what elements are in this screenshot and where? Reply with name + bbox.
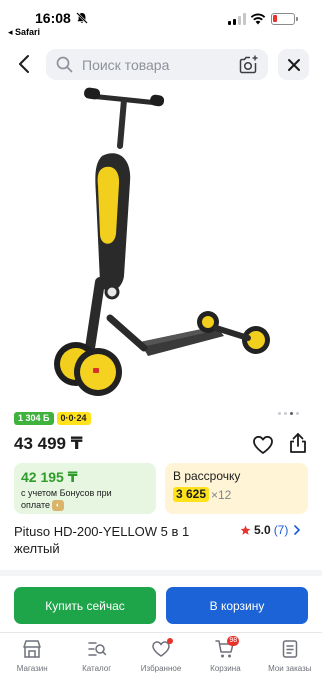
pager-dot[interactable]: [278, 412, 281, 415]
close-button[interactable]: [278, 49, 309, 80]
nav-label: Избранное: [140, 664, 182, 673]
search-placeholder: Поиск товара: [82, 57, 170, 73]
product-price: 43 499 ₸: [14, 434, 83, 453]
share-icon[interactable]: [288, 432, 308, 454]
nav-item-catalog[interactable]: Каталог: [64, 633, 128, 700]
rating-value: 5.0: [254, 523, 271, 537]
installment-card[interactable]: В рассрочку 3 625 ×12: [165, 463, 308, 514]
nav-label: Мои заказы: [268, 664, 312, 673]
close-icon: [287, 58, 300, 71]
installment-months: ×12: [211, 488, 232, 502]
wifi-icon: [250, 13, 266, 25]
chevron-left-icon: [19, 55, 29, 73]
bottom-nav: Магазин Каталог Избранное 98 Корзина Мои…: [0, 632, 322, 700]
add-to-cart-button[interactable]: В корзину: [166, 587, 308, 624]
search-icon: [56, 56, 73, 73]
status-bar: 16:08 ◂ Safari: [0, 0, 322, 40]
battery-icon: [271, 13, 298, 25]
product-image[interactable]: [40, 86, 280, 406]
installment-badge: 0·0·24: [56, 412, 91, 425]
star-icon: [240, 525, 251, 535]
camera-search-icon[interactable]: [239, 55, 259, 74]
bonus-coin-icon: ◐: [51, 500, 64, 512]
installment-amount: 3 625: [173, 487, 210, 502]
bonus-badge: 1 304 Б: [14, 412, 54, 425]
nav-item-cart[interactable]: 98 Корзина: [193, 633, 257, 700]
nav-item-favorites[interactable]: Избранное: [129, 633, 193, 700]
signal-icon: [228, 13, 246, 25]
nav-label: Корзина: [210, 664, 241, 673]
orders-icon: [282, 640, 298, 658]
bonus-description: с учетом Бонусов при оплате ◐: [21, 487, 131, 512]
promo-badges: 1 304 Б 0·0·24: [14, 412, 91, 425]
pager-dot-active[interactable]: [290, 412, 293, 415]
back-button[interactable]: [10, 50, 38, 78]
image-pager: [278, 412, 299, 415]
search-input[interactable]: Поиск товара: [46, 49, 268, 80]
battery-level: [273, 15, 277, 22]
nav-label: Магазин: [16, 664, 48, 673]
favorite-heart-icon[interactable]: [252, 434, 274, 456]
installment-title: В рассрочку: [173, 469, 241, 483]
catalog-icon: [87, 642, 106, 656]
product-rating[interactable]: 5.0 (7): [240, 523, 301, 537]
bonus-description-text: с учетом Бонусов при оплате: [21, 488, 112, 510]
nav-item-orders[interactable]: Мои заказы: [258, 633, 322, 700]
pager-dot[interactable]: [284, 412, 287, 415]
shop-icon: [23, 640, 41, 658]
nav-label: Каталог: [82, 664, 112, 673]
favorites-notification-dot: [166, 638, 173, 644]
nav-item-shop[interactable]: Магазин: [0, 633, 64, 700]
back-to-safari-link[interactable]: ◂ Safari: [8, 27, 40, 38]
status-time: 16:08: [35, 10, 71, 26]
reviews-count[interactable]: (7): [274, 523, 289, 537]
buy-now-button[interactable]: Купить сейчас: [14, 587, 156, 624]
bonus-price-card[interactable]: 42 195 ₸ с учетом Бонусов при оплате ◐: [14, 463, 156, 514]
cart-count-badge: 98: [227, 636, 240, 646]
product-title: Pituso HD-200-YELLOW 5 в 1 желтый: [14, 524, 190, 556]
bell-off-icon: [76, 12, 88, 24]
section-divider: [0, 570, 322, 576]
chevron-right-icon: [294, 525, 301, 535]
pager-dot[interactable]: [296, 412, 299, 415]
bonus-price: 42 195 ₸: [21, 469, 78, 485]
